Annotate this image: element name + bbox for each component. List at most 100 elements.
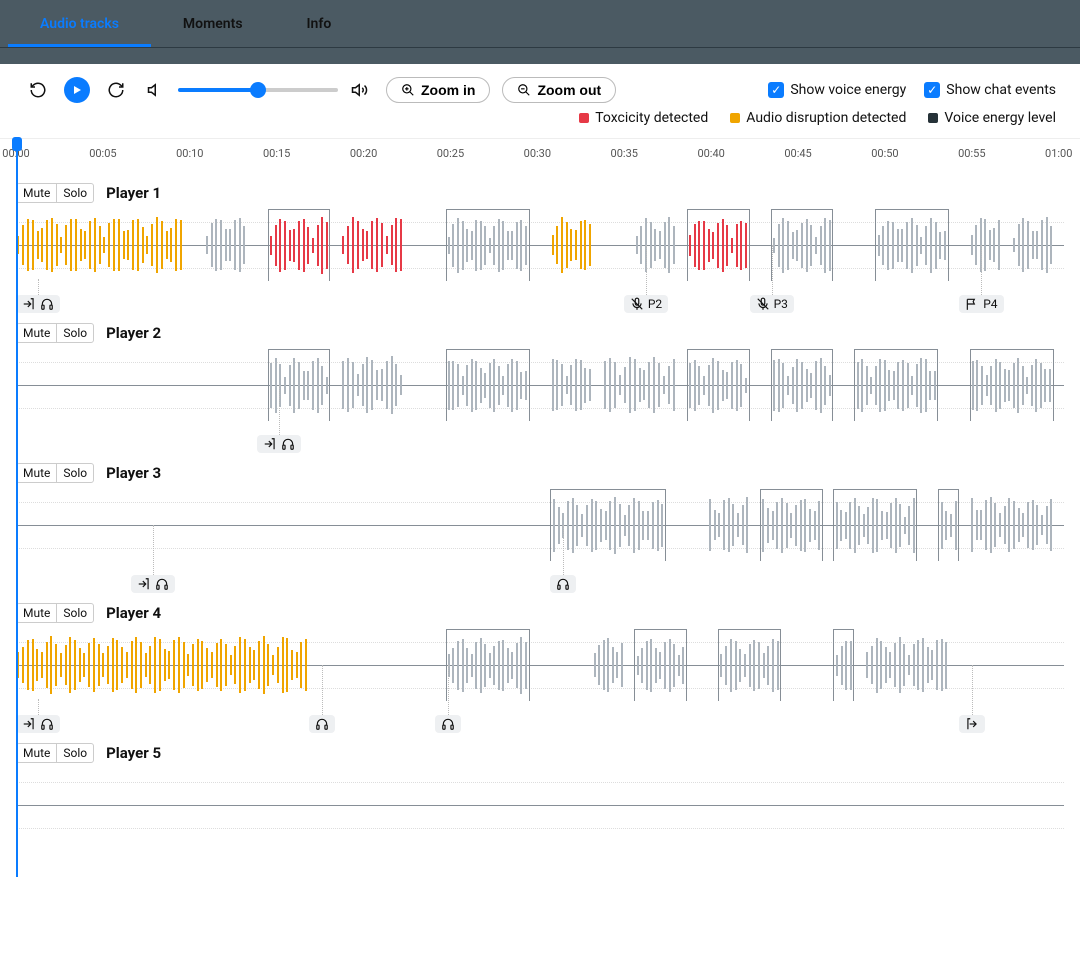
event-marker[interactable]: P2: [624, 295, 668, 313]
audio-segment[interactable]: [875, 209, 948, 281]
audio-segment[interactable]: [16, 209, 184, 281]
mute-button[interactable]: Mute: [17, 604, 57, 622]
mute-solo-toggle[interactable]: MuteSolo: [16, 603, 94, 623]
mute-button[interactable]: Mute: [17, 184, 57, 202]
mute-solo-toggle[interactable]: MuteSolo: [16, 463, 94, 483]
audio-segment[interactable]: [592, 629, 623, 701]
event-label: P2: [648, 297, 662, 311]
audio-segment[interactable]: [970, 489, 1054, 561]
mute-button[interactable]: Mute: [17, 464, 57, 482]
event-marker[interactable]: [435, 715, 461, 733]
checkbox-show-voice-energy[interactable]: ✓Show voice energy: [768, 82, 906, 98]
waveform-lane[interactable]: [16, 349, 1080, 421]
events-row: P2 P3 P4: [16, 289, 1064, 313]
audio-segment[interactable]: [970, 349, 1054, 421]
waveform-lane[interactable]: [16, 489, 1080, 561]
checkbox-show-chat-events[interactable]: ✓Show chat events: [924, 82, 1056, 98]
mute-solo-toggle[interactable]: MuteSolo: [16, 183, 94, 203]
audio-segment[interactable]: [760, 489, 823, 561]
audio-segment[interactable]: [718, 629, 781, 701]
event-marker[interactable]: [550, 575, 576, 593]
audio-segment[interactable]: [341, 349, 404, 421]
headphones-icon: [40, 717, 54, 731]
audio-segment[interactable]: [634, 209, 676, 281]
audio-segment[interactable]: [687, 349, 750, 421]
mute-button[interactable]: Mute: [17, 744, 57, 762]
events-row: [16, 709, 1064, 733]
audio-segment[interactable]: [708, 489, 750, 561]
volume-high-icon: [346, 76, 374, 104]
enter-icon: [137, 577, 151, 591]
event-marker[interactable]: P4: [959, 295, 1003, 313]
event-marker[interactable]: [959, 715, 985, 733]
track-name: Player 4: [106, 604, 161, 622]
track: MuteSoloPlayer 2: [16, 317, 1080, 457]
audio-segment[interactable]: [687, 209, 750, 281]
audio-segment[interactable]: [938, 489, 959, 561]
events-row: [16, 569, 1064, 593]
event-marker[interactable]: [309, 715, 335, 733]
audio-segment[interactable]: [446, 629, 530, 701]
time-tick: 00:05: [89, 147, 116, 160]
time-ruler[interactable]: 00:0000:0500:1000:1500:2000:2500:3000:35…: [16, 139, 1080, 169]
audio-segment[interactable]: [833, 489, 917, 561]
undo-button[interactable]: [24, 76, 52, 104]
waveform-lane[interactable]: [16, 209, 1080, 281]
audio-segment[interactable]: [1012, 209, 1054, 281]
event-marker[interactable]: P3: [750, 295, 794, 313]
solo-button[interactable]: Solo: [57, 324, 93, 342]
audio-segment[interactable]: [446, 349, 530, 421]
audio-segment[interactable]: [16, 629, 309, 701]
audio-segment[interactable]: [550, 349, 592, 421]
event-marker[interactable]: [16, 715, 60, 733]
time-tick: 00:10: [176, 147, 203, 160]
audio-segment[interactable]: [341, 209, 404, 281]
solo-button[interactable]: Solo: [57, 184, 93, 202]
event-marker[interactable]: [257, 435, 301, 453]
volume-slider[interactable]: [178, 88, 338, 92]
legend-item: Voice energy level: [928, 110, 1056, 126]
waveform-lane[interactable]: [16, 769, 1080, 841]
events-row: [16, 429, 1064, 453]
audio-segment[interactable]: [771, 209, 834, 281]
audio-segment[interactable]: [205, 209, 247, 281]
tab-audio-tracks[interactable]: Audio tracks: [8, 4, 151, 47]
tab-info[interactable]: Info: [275, 4, 364, 47]
tab-moments[interactable]: Moments: [151, 4, 275, 47]
mute-button[interactable]: Mute: [17, 324, 57, 342]
audio-segment[interactable]: [833, 629, 854, 701]
time-tick: 00:55: [958, 147, 985, 160]
audio-segment[interactable]: [550, 489, 665, 561]
zoom-in-button[interactable]: Zoom in: [386, 77, 490, 103]
toolbar: Zoom in Zoom out ✓Show voice energy ✓Show…: [0, 64, 1080, 108]
audio-segment[interactable]: [446, 209, 530, 281]
solo-button[interactable]: Solo: [57, 744, 93, 762]
audio-segment[interactable]: [550, 209, 592, 281]
audio-segment[interactable]: [970, 209, 1001, 281]
mic-off-icon: [630, 297, 644, 311]
mute-solo-toggle[interactable]: MuteSolo: [16, 323, 94, 343]
audio-segment[interactable]: [268, 209, 331, 281]
audio-segment[interactable]: [268, 349, 331, 421]
play-button[interactable]: [64, 77, 90, 103]
waveform-lane[interactable]: [16, 629, 1080, 701]
track: MuteSoloPlayer 1P2P3P4: [16, 177, 1080, 317]
event-marker[interactable]: [131, 575, 175, 593]
mute-solo-toggle[interactable]: MuteSolo: [16, 743, 94, 763]
volume-control: [142, 76, 374, 104]
audio-segment[interactable]: [603, 349, 676, 421]
audio-segment[interactable]: [865, 629, 949, 701]
playhead[interactable]: [16, 139, 18, 877]
time-tick: 00:50: [871, 147, 898, 160]
event-marker[interactable]: [16, 295, 60, 313]
time-tick: 00:35: [611, 147, 638, 160]
redo-button[interactable]: [102, 76, 130, 104]
solo-button[interactable]: Solo: [57, 604, 93, 622]
headphones-icon: [315, 717, 329, 731]
audio-segment[interactable]: [771, 349, 834, 421]
time-tick: 00:25: [437, 147, 464, 160]
zoom-out-button[interactable]: Zoom out: [502, 77, 616, 103]
audio-segment[interactable]: [634, 629, 686, 701]
audio-segment[interactable]: [854, 349, 938, 421]
solo-button[interactable]: Solo: [57, 464, 93, 482]
